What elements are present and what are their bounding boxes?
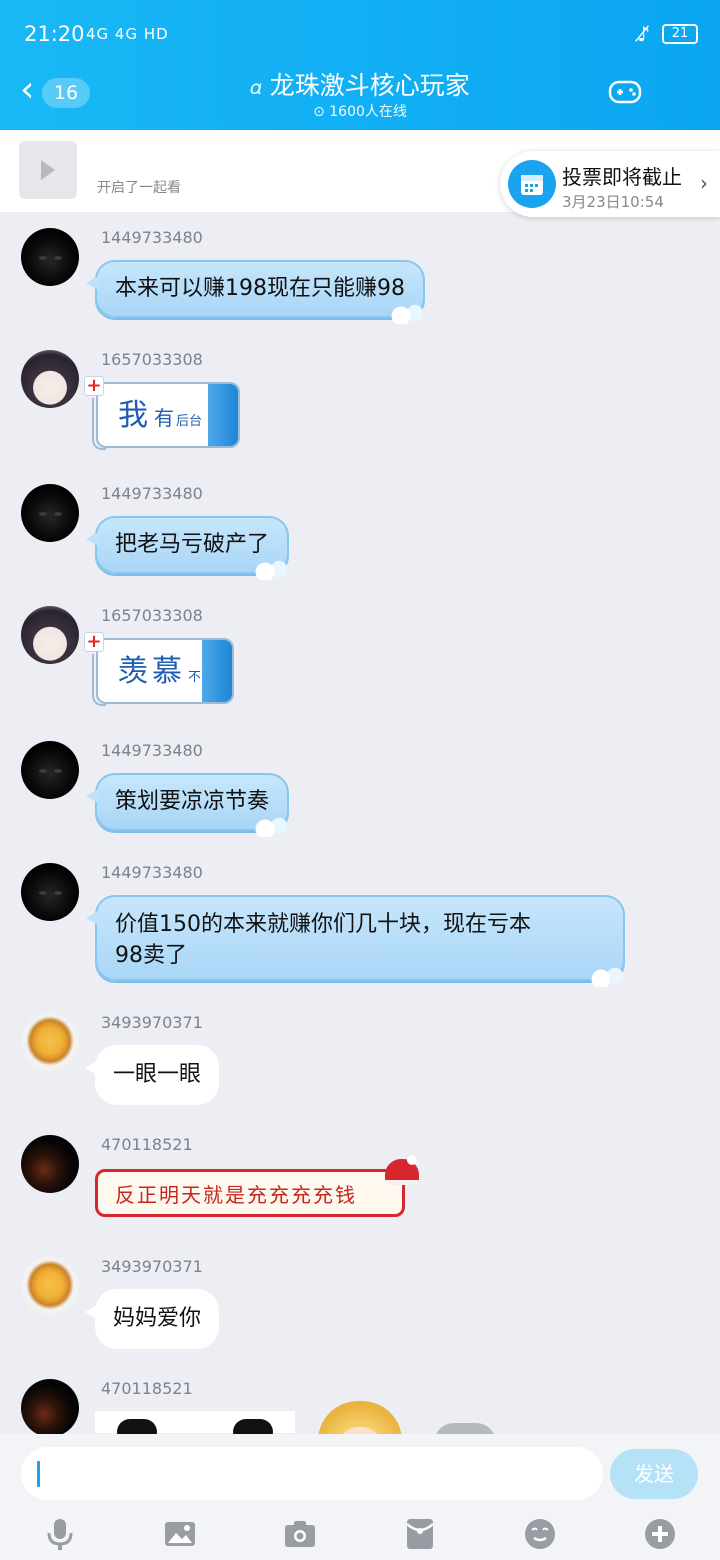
message-text: 把老马亏破产了 [115, 532, 270, 557]
input-bar: 发送 [0, 1434, 720, 1560]
avatar[interactable] [21, 484, 79, 542]
sticker-tiny-text: 后台 [176, 414, 203, 429]
message-bubble[interactable]: 本来可以赚198现在只能赚98 [86, 260, 429, 324]
chevron-right-icon: › [700, 171, 708, 195]
message-bubble[interactable]: 把老马亏破产了 [85, 516, 294, 580]
medical-cross-icon: + [84, 376, 104, 396]
message-text: 策划要凉凉节奏 [115, 789, 270, 814]
sender-name: 1449733480 [101, 741, 203, 760]
sticker-small-text: 有 [154, 406, 174, 430]
sticker-small-text: 不 [188, 670, 202, 685]
avatar[interactable] [21, 606, 79, 664]
sender-name: 1657033308 [101, 350, 203, 369]
group-name: 龙珠激斗核心玩家 [269, 71, 470, 100]
sender-name: 1449733480 [101, 228, 203, 247]
avatar[interactable] [21, 1257, 79, 1315]
message-input[interactable] [21, 1447, 603, 1500]
vote-reminder[interactable]: 投票即将截止 3月23日10:54 › [500, 151, 720, 217]
sender-name: 1657033308 [101, 606, 203, 625]
send-button[interactable]: 发送 [610, 1449, 698, 1499]
sender-name: 1449733480 [101, 863, 203, 882]
vote-title: 投票即将截止 [562, 165, 682, 189]
sender-name: 3493970371 [101, 1257, 203, 1276]
input-toolbar [0, 1516, 720, 1556]
image-icon[interactable] [162, 1516, 198, 1552]
message-text: 本来可以赚198现在只能赚98 [115, 276, 405, 301]
message-text: 一眼一眼 [113, 1062, 202, 1087]
calendar-icon [508, 160, 556, 208]
plus-icon[interactable] [642, 1516, 678, 1552]
message-bubble[interactable]: 妈妈爱你 [84, 1289, 220, 1349]
camera-icon[interactable] [282, 1516, 318, 1552]
status-time: 21:20 [24, 22, 85, 46]
avatar[interactable] [21, 863, 79, 921]
sticker-main-text: 我 [118, 398, 148, 433]
santa-hat-icon [385, 1155, 419, 1185]
battery-icon: 21 [662, 24, 698, 44]
text-caret [37, 1461, 40, 1487]
iv-bag-sticker[interactable]: + 我有后台 [84, 376, 244, 456]
sender-name: 1449733480 [101, 484, 203, 503]
avatar[interactable] [21, 1135, 79, 1193]
signal-indicator: 4G 4G HD [86, 25, 169, 43]
emoji-icon[interactable] [522, 1516, 558, 1552]
vote-deadline: 3月23日10:54 [562, 193, 664, 211]
avatar[interactable] [21, 350, 79, 408]
sticker-text: 羡慕不 [118, 646, 201, 690]
message-bubble[interactable]: 策划要凉凉节奏 [85, 773, 294, 837]
message-text: 反正明天就是充充充充钱 [115, 1183, 357, 1207]
sender-name: 470118521 [101, 1135, 193, 1154]
sender-name: 3493970371 [101, 1013, 203, 1032]
mute-icon: ♪̸ [637, 22, 650, 46]
red-scroll-bubble[interactable]: 反正明天就是充充充充钱 [89, 1155, 419, 1225]
chat-header: 21:20 4G 4G HD ♪̸ 21 ‹ 16 𝛼 龙珠激斗核心玩家 ⊙ 16… [0, 0, 720, 130]
avatar[interactable] [21, 1013, 79, 1071]
microphone-icon[interactable] [42, 1516, 78, 1552]
sticker-main-text: 羡慕 [118, 654, 186, 689]
panda-sticker [95, 1411, 295, 1444]
watch-together-text: 开启了一起看 [97, 180, 181, 196]
avatar[interactable] [21, 228, 79, 286]
medical-cross-icon: + [84, 632, 104, 652]
ear-icon: 𝛼 [250, 75, 262, 99]
red-packet-icon[interactable] [402, 1516, 438, 1552]
message-text-line: 价值150的本来就赚你们几十块，现在亏本 [115, 912, 531, 937]
online-count-text: 1600人在线 [329, 104, 407, 120]
sticker-tube [92, 654, 106, 706]
game-controller-icon [608, 80, 642, 104]
message-text: 妈妈爱你 [113, 1306, 202, 1331]
message-bubble[interactable]: 一眼一眼 [84, 1045, 220, 1105]
game-controller-button[interactable] [608, 76, 642, 106]
video-thumbnail [19, 141, 77, 199]
message-text-line: 98卖了 [115, 943, 187, 968]
avatar[interactable] [21, 741, 79, 799]
sticker-tube [92, 398, 106, 450]
message-bubble[interactable]: 价值150的本来就赚你们几十块，现在亏本 98卖了 [86, 895, 629, 987]
message-feed[interactable]: 1449733480 本来可以赚198现在只能赚98 1657033308 + … [0, 212, 720, 1444]
sticker-text: 我有后台 [118, 390, 202, 434]
iv-bag-sticker[interactable]: + 羡慕不 [84, 632, 244, 712]
sender-name: 470118521 [101, 1379, 193, 1398]
status-bar: 21:20 4G 4G HD ♪̸ 21 [0, 0, 720, 68]
